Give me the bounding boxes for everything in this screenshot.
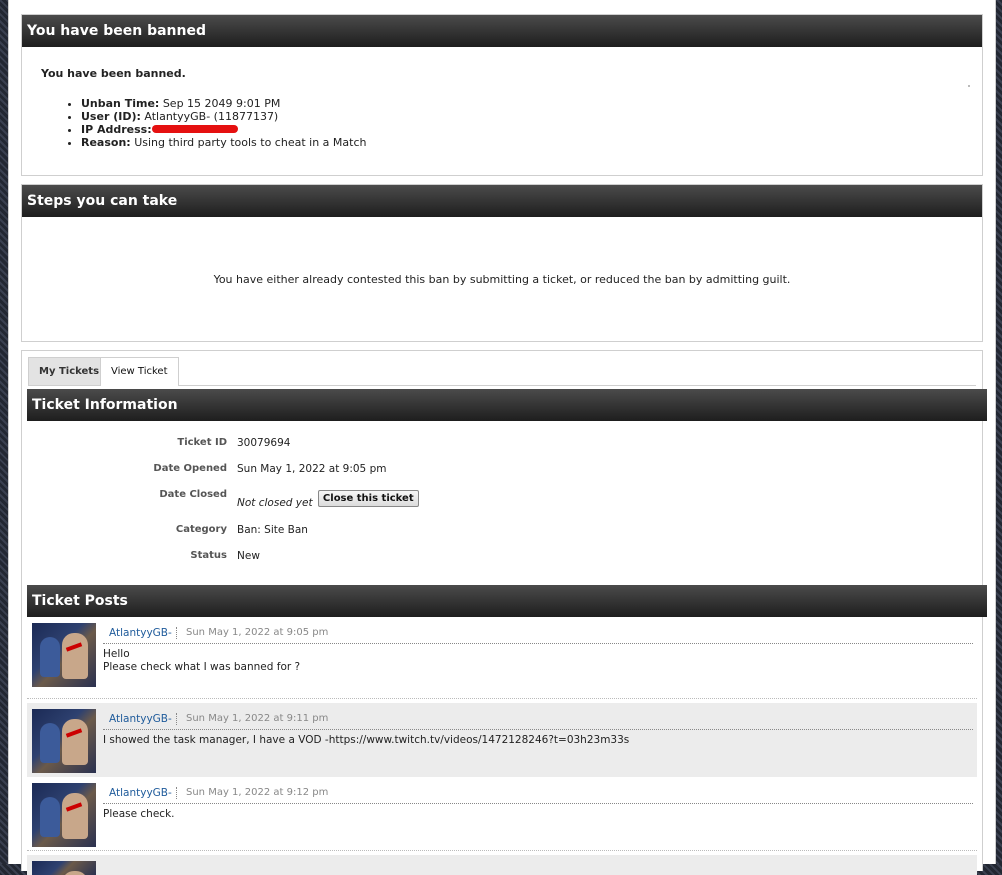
post-body: Hello Please check what I was banned for… xyxy=(103,648,301,673)
post-body: I showed the task manager, I have a VOD … xyxy=(103,734,630,746)
post-date: Sun May 1, 2022 at 9:11 pm xyxy=(186,713,329,724)
ban-detail-unban-time: Unban Time: Sep 15 2049 9:01 PM xyxy=(81,97,982,110)
date-closed-value: Not closed yet xyxy=(237,496,313,509)
ticket-post: AtlantyyGB- Sun May 1, 2022 at 9:05 pm H… xyxy=(27,617,977,699)
ticket-row-status: Status New xyxy=(190,550,260,562)
steps-panel-title: Steps you can take xyxy=(22,185,982,217)
ban-panel: You have been banned You have been banne… xyxy=(21,14,983,176)
ticket-row-category: Category Ban: Site Ban xyxy=(175,524,308,536)
ban-detail-reason: Reason: Using third party tools to cheat… xyxy=(81,136,982,149)
ticket-panel: My Tickets View Ticket Ticket Informatio… xyxy=(21,350,987,875)
page: You have been banned You have been banne… xyxy=(8,0,996,875)
decorative-dot xyxy=(968,85,970,87)
ticket-post-partial xyxy=(27,855,977,875)
post-date: Sun May 1, 2022 at 9:12 pm xyxy=(186,787,329,798)
post-author-link[interactable]: AtlantyyGB- xyxy=(109,783,172,803)
steps-panel: Steps you can take You have either alrea… xyxy=(21,184,983,342)
avatar[interactable] xyxy=(32,709,96,773)
close-ticket-button[interactable]: Close this ticket xyxy=(317,490,419,507)
post-divider xyxy=(27,698,977,699)
ban-detail-user-id: User (ID): AtlantyyGB- (11877137) xyxy=(81,110,982,123)
ticket-posts-title: Ticket Posts xyxy=(27,585,987,617)
post-divider xyxy=(27,850,977,851)
ticket-tabs: My Tickets View Ticket xyxy=(28,357,976,386)
post-author-link[interactable]: AtlantyyGB- xyxy=(109,623,172,643)
ticket-information-title: Ticket Information xyxy=(27,389,987,421)
ban-details-list: Unban Time: Sep 15 2049 9:01 PM User (ID… xyxy=(41,97,982,149)
ticket-row-id: Ticket ID 30079694 xyxy=(177,437,291,449)
avatar[interactable] xyxy=(32,783,96,847)
avatar[interactable] xyxy=(32,861,96,875)
steps-text: You have either already contested this b… xyxy=(213,273,791,286)
tab-my-tickets[interactable]: My Tickets xyxy=(28,357,111,385)
ticket-row-date-closed: Date Closed Not closed yet Close this ti… xyxy=(27,489,977,513)
ticket-row-date-opened: Date Opened Sun May 1, 2022 at 9:05 pm xyxy=(153,463,387,475)
avatar[interactable] xyxy=(32,623,96,687)
redaction-mark xyxy=(151,125,238,133)
post-date: Sun May 1, 2022 at 9:05 pm xyxy=(186,627,329,638)
post-author-link[interactable]: AtlantyyGB- xyxy=(109,709,172,729)
ticket-post: AtlantyyGB- Sun May 1, 2022 at 9:11 pm I… xyxy=(27,703,977,777)
ban-heading: You have been banned. xyxy=(41,67,186,80)
tab-view-ticket[interactable]: View Ticket xyxy=(100,357,179,386)
ban-panel-title: You have been banned xyxy=(22,15,982,47)
ticket-post: AtlantyyGB- Sun May 1, 2022 at 9:12 pm P… xyxy=(27,777,977,851)
post-body: Please check. xyxy=(103,808,175,820)
ban-detail-ip-address: IP Address: xyxy=(81,123,982,136)
